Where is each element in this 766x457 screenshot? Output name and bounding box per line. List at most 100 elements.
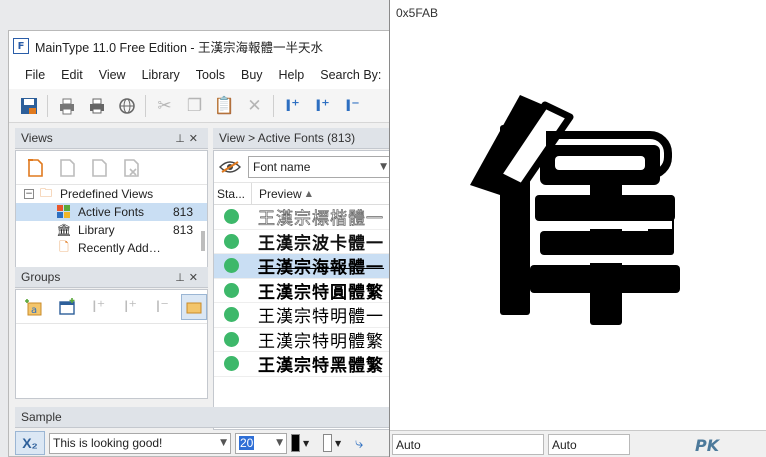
sample-toolbar: X₂ This is looking good! ▼ 20 ▼ ▼ ▼ ⤷ (15, 429, 391, 456)
tree-item-count: 813 (172, 205, 193, 219)
filter-field-value: Font name (253, 159, 311, 174)
menu-view[interactable]: View (91, 68, 134, 82)
tree-item-count: 813 (172, 223, 193, 237)
font-preview-text: 王漢宗波卡體一 (258, 233, 384, 254)
views-scrollbar[interactable] (201, 231, 205, 251)
column-preview[interactable]: Preview ▲ (252, 187, 312, 201)
font-list-header: Sta... Preview ▲ (214, 183, 391, 205)
menu-edit[interactable]: Edit (53, 68, 91, 82)
font-size-value: 20 (239, 436, 255, 450)
menu-buy[interactable]: Buy (233, 68, 271, 82)
remove-font-icon[interactable]: I⁻ (339, 93, 366, 119)
cut-icon[interactable]: ✂ (151, 93, 178, 119)
tree-item-label: Active Fonts (78, 205, 145, 219)
print-preview-icon[interactable] (53, 93, 80, 119)
tree-item-active-fonts[interactable]: Active Fonts 813 (16, 203, 207, 221)
font-row[interactable]: 王漢宗特明體繁 (214, 328, 391, 352)
window-title: MainType 11.0 Free Edition - 王漢宗海報體一半天水 (35, 40, 324, 55)
filter-row: Font name ▼ (214, 151, 391, 183)
eye-icon[interactable] (218, 158, 242, 176)
background-color-picker[interactable]: ▼ (323, 433, 351, 454)
active-status-icon (224, 233, 239, 249)
font-preview-text: 王漢宗特黑體繁 (258, 356, 384, 377)
text-color-picker[interactable]: ▼ (291, 433, 319, 454)
views-pane-header: Views ⊥✕ (15, 128, 208, 149)
font-row[interactable]: 王漢宗海報體一 (214, 254, 391, 279)
remove-from-group-icon[interactable]: I⁻ (149, 294, 175, 320)
fonts-pane-header: View > Active Fonts (813) (213, 128, 391, 149)
title-bar: F MainType 11.0 Free Edition - 王漢宗海報體一半天… (9, 31, 391, 61)
views-pane: − 🗀 Predefined Views Active Fonts 813 🏛 … (15, 150, 208, 270)
menu-search-by[interactable]: Search By: (312, 68, 389, 82)
glyph-mode-left-value: Auto (396, 437, 421, 452)
active-status-icon (224, 258, 239, 274)
font-row[interactable]: 王漢宗特黑體繁 (214, 352, 391, 377)
group-folder-icon[interactable] (181, 293, 207, 320)
main-toolbar: ✂ ❐ 📋 ✕ I⁺ I⁺ I⁻ (9, 89, 391, 123)
menu-tools[interactable]: Tools (188, 68, 233, 82)
view-properties-icon[interactable] (54, 155, 80, 181)
tree-item-predefined-views[interactable]: − 🗀 Predefined Views (16, 185, 207, 203)
fonts-breadcrumb: View > Active Fonts (813) (219, 131, 356, 145)
watermark-text: PK (695, 436, 720, 455)
glyph-footer: Auto Auto PK (390, 430, 766, 457)
toolbar-separator (47, 94, 48, 117)
chevron-down-icon: ▼ (220, 438, 227, 448)
web-icon[interactable] (113, 93, 140, 119)
active-status-icon (224, 331, 239, 347)
new-view-icon[interactable] (22, 155, 48, 181)
font-row[interactable]: 王漢宗特圓體繁 (214, 279, 391, 303)
add-font-icon[interactable]: I⁺ (279, 93, 306, 119)
paste-icon[interactable]: 📋 (211, 93, 238, 119)
glyph-mode-select-right[interactable]: Auto (548, 434, 630, 455)
tree-item-library[interactable]: 🏛 Library 813 (16, 221, 207, 239)
font-row[interactable]: 王漢宗標楷體一 (214, 205, 391, 230)
glyph-mode-select-left[interactable]: Auto (392, 434, 544, 455)
new-group-window-icon[interactable] (54, 294, 80, 320)
font-preview-text: 王漢宗特明體繁 (258, 331, 384, 352)
maintype-window: F MainType 11.0 Free Edition - 王漢宗海報體一半天… (8, 30, 392, 457)
maintype-logo-icon: F (13, 38, 29, 54)
delete-icon[interactable]: ✕ (241, 93, 268, 119)
sample-text-input[interactable]: This is looking good! ▼ (49, 432, 231, 454)
tree-item-label: Predefined Views (60, 187, 154, 201)
sample-text-value: This is looking good! (53, 436, 163, 450)
chevron-down-icon: ▼ (276, 438, 283, 448)
fonts-pane: Font name ▼ Sta... Preview ▲ 王漢宗標楷體一王漢宗波… (213, 150, 391, 430)
pin-close-icons[interactable]: ⊥✕ (175, 132, 202, 145)
groups-pane: a I⁺ I⁺ I⁻ (15, 289, 208, 399)
add-group-icon[interactable]: a (22, 294, 48, 320)
save-icon[interactable] (15, 93, 42, 119)
swap-colors-icon[interactable]: ⤷ (355, 434, 363, 452)
font-row[interactable]: 王漢宗特明體一 (214, 303, 391, 328)
menu-help[interactable]: Help (271, 68, 313, 82)
tree-item-label: Library (78, 223, 115, 237)
groups-pane-title: Groups (21, 270, 61, 284)
delete-view-icon[interactable] (118, 155, 144, 181)
font-row[interactable]: 王漢宗波卡體一 (214, 230, 391, 254)
add-font-plus-icon[interactable]: I⁺ (309, 93, 336, 119)
column-status[interactable]: Sta... (214, 183, 252, 204)
views-pane-title: Views (21, 131, 53, 145)
add-to-group-plus-icon[interactable]: I⁺ (117, 294, 143, 320)
menu-file[interactable]: File (17, 68, 53, 82)
filter-field-select[interactable]: Font name ▼ (248, 155, 391, 178)
pin-close-icons[interactable]: ⊥✕ (175, 271, 202, 284)
font-preview-text: 王漢宗海報體一 (258, 258, 384, 279)
toolbar-separator (273, 94, 274, 117)
subscript-button[interactable]: X₂ (15, 431, 45, 455)
print-icon[interactable] (83, 93, 110, 119)
edit-view-icon[interactable] (86, 155, 112, 181)
views-toolbar (16, 151, 207, 185)
background-color-swatch (323, 434, 332, 452)
add-to-group-icon[interactable]: I⁺ (86, 294, 112, 320)
glyph-mode-right-value: Auto (552, 437, 577, 452)
active-status-icon (224, 282, 239, 298)
glyph-code-label: 0x5FAB (396, 6, 439, 20)
collapse-icon[interactable]: − (24, 189, 34, 199)
menu-library[interactable]: Library (134, 68, 188, 82)
copy-icon[interactable]: ❐ (181, 93, 208, 119)
tree-item-recently-added[interactable]: 🗋 Recently Add… (16, 239, 207, 257)
font-size-input[interactable]: 20 ▼ (235, 432, 287, 454)
chevron-down-icon: ▼ (380, 161, 387, 172)
